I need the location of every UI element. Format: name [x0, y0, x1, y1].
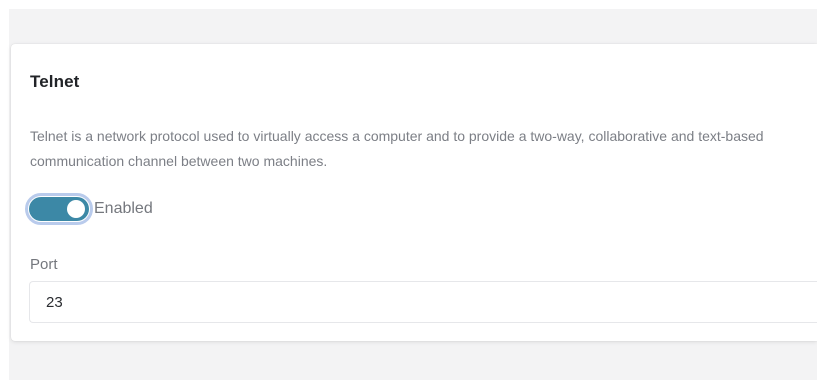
toggle-knob[interactable]	[67, 200, 85, 218]
card-description: Telnet is a network protocol used to vir…	[30, 128, 764, 169]
port-input[interactable]	[29, 281, 817, 323]
port-label: Port	[30, 256, 58, 273]
enabled-toggle[interactable]	[25, 193, 93, 225]
enabled-toggle-row[interactable]: Enabled	[25, 192, 153, 226]
toggle-track[interactable]	[29, 197, 89, 221]
enabled-toggle-label: Enabled	[94, 200, 153, 217]
card-title: Telnet	[30, 72, 80, 91]
